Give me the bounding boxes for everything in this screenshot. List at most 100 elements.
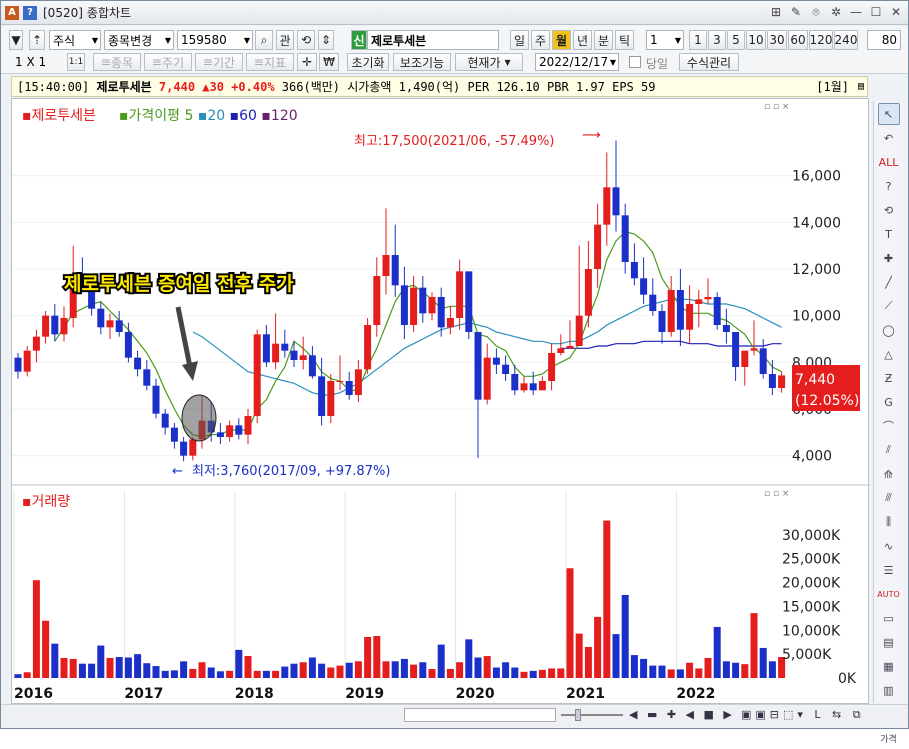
interval-button-5[interactable]: 5: [727, 30, 745, 50]
candle-body: [446, 318, 454, 328]
volume-bar: [170, 670, 178, 678]
interest-button[interactable]: 관: [276, 30, 294, 50]
window-icon[interactable]: ▭: [878, 607, 900, 629]
low-annotation: 최저:3,760(2017/09, +97.87%): [192, 464, 390, 479]
layout-label[interactable]: 1 X 1: [15, 55, 46, 69]
price-tick-label: 4,000: [792, 449, 832, 465]
export-buttons[interactable]: ▣▣⊟⬚▾ L ⇆ ⧉: [741, 708, 865, 722]
period-button-2[interactable]: 월: [552, 30, 571, 50]
maximize-icon[interactable]: ☐: [868, 4, 884, 20]
price-tick-label: 14,000: [792, 215, 841, 231]
period-button-4[interactable]: 분: [594, 30, 613, 50]
circle-icon[interactable]: ◯: [878, 319, 900, 341]
channel-icon[interactable]: ⫻: [878, 487, 900, 509]
currency-icon[interactable]: ₩: [319, 53, 339, 71]
zoom-slider[interactable]: [561, 709, 623, 721]
price-chart-svg[interactable]: 4,0006,0008,00010,00012,00014,00016,0000…: [12, 99, 870, 705]
interval-button-10[interactable]: 10: [746, 30, 766, 50]
market-select[interactable]: 주식 ▼: [49, 30, 101, 50]
settings-icon[interactable]: ✲: [828, 4, 844, 20]
memo-icon[interactable]: ✎: [788, 4, 804, 20]
question-icon[interactable]: ?: [878, 175, 900, 197]
period-button-5[interactable]: 틱: [615, 30, 634, 50]
price-mode-select[interactable]: 현재가 ▼: [455, 53, 523, 71]
grid-icon[interactable]: ▦: [878, 655, 900, 677]
close-icon[interactable]: ✕: [888, 4, 904, 20]
ratio-button[interactable]: 1:1: [67, 53, 85, 71]
change-stock-select[interactable]: 종목변경 ▼: [104, 30, 174, 50]
volume-bar: [410, 664, 418, 678]
interval-button-120[interactable]: 120: [809, 30, 833, 50]
nav-buttons[interactable]: ◀ ▬ ✚ ◀ ■ ▶: [629, 708, 735, 721]
volume-tick-label: 10,000K: [782, 623, 841, 639]
stock-code-input[interactable]: 159580 ▼: [177, 30, 253, 50]
cross-line-icon[interactable]: ✚: [878, 247, 900, 269]
triangle-icon[interactable]: △: [878, 343, 900, 365]
candle-body: [410, 287, 418, 325]
rotate-icon[interactable]: ⟲: [878, 199, 900, 221]
volume-bar: [676, 669, 684, 678]
arc-icon[interactable]: ⌒: [878, 415, 900, 437]
wave-icon[interactable]: ∿: [878, 535, 900, 557]
count-input[interactable]: 80: [867, 30, 901, 50]
volume-panel-controls[interactable]: ▫ ▫ ×: [764, 489, 789, 499]
period-button-0[interactable]: 일: [510, 30, 529, 50]
interval-button-3[interactable]: 3: [708, 30, 726, 50]
calc-icon[interactable]: ▥: [878, 679, 900, 701]
per-value: 126.10: [496, 79, 540, 94]
volume-bar: [695, 668, 703, 678]
formula-button[interactable]: 수식관리: [679, 53, 739, 71]
reset-button[interactable]: 초기화: [347, 53, 389, 71]
minimize-icon[interactable]: —: [848, 4, 864, 20]
ray-line-icon[interactable]: ⟋: [878, 295, 900, 317]
assist-button[interactable]: 보조기능: [393, 53, 451, 71]
period-button-3[interactable]: 년: [573, 30, 592, 50]
all-clear-icon[interactable]: ALL: [878, 151, 900, 173]
interval-select[interactable]: 1 ▼: [646, 30, 684, 50]
main-toolbar: ▼ ⇡ 주식 ▼ 종목변경 ▼ 159580 ▼ ⌕ 관 ⟲ ⇕ 신 제로투세븐 일주…: [1, 26, 908, 53]
panel-toggle-icon[interactable]: ▤: [858, 81, 864, 92]
parallel-icon[interactable]: ⫼: [878, 511, 900, 533]
candle-body: [575, 315, 583, 346]
volume-bar: [584, 646, 592, 678]
today-checkbox[interactable]: [629, 56, 641, 68]
list-icon[interactable]: ☰: [878, 559, 900, 581]
fan-icon[interactable]: ⫽: [878, 439, 900, 461]
updown-icon[interactable]: ⇕: [318, 30, 334, 50]
expand-icon[interactable]: ▼: [9, 30, 23, 50]
period-button-1[interactable]: 주: [531, 30, 550, 50]
interval-button-1[interactable]: 1: [689, 30, 707, 50]
undo-icon[interactable]: ↶: [878, 127, 900, 149]
screenshot-icon[interactable]: ⌾: [808, 4, 824, 20]
pin-icon[interactable]: ⇡: [29, 30, 45, 50]
candle-body: [345, 381, 353, 395]
chart-area[interactable]: 4,0006,0008,00010,00012,00014,00016,0000…: [11, 98, 870, 705]
crosshair-icon[interactable]: ✛: [297, 53, 317, 71]
text-icon[interactable]: T: [878, 223, 900, 245]
low-arrow: ←: [172, 464, 183, 479]
price-panel-controls[interactable]: ▫ ▫ ×: [764, 102, 789, 112]
refresh-icon[interactable]: ⟲: [297, 30, 315, 50]
volume-bar: [557, 668, 565, 678]
zigzag-icon[interactable]: Ƶ: [878, 367, 900, 389]
candle-body: [272, 343, 280, 363]
link-icon[interactable]: ⊞: [768, 4, 784, 20]
date-input[interactable]: 2022/12/17 ▼: [535, 53, 619, 71]
interval-button-240[interactable]: 240: [834, 30, 858, 50]
candle-body: [649, 294, 657, 311]
doc-icon[interactable]: ▤: [878, 631, 900, 653]
auto-icon[interactable]: AUTO: [877, 583, 900, 605]
gann-icon[interactable]: ⟰: [878, 463, 900, 485]
price-icon[interactable]: 가격: [878, 727, 900, 749]
fibo-icon[interactable]: G: [878, 391, 900, 413]
interval-button-60[interactable]: 60: [788, 30, 808, 50]
candle-body: [502, 364, 510, 374]
scrollbar[interactable]: [404, 708, 556, 722]
search-icon[interactable]: ⌕: [255, 30, 273, 50]
stock-name-field[interactable]: 제로투세븐: [367, 30, 499, 50]
pointer-icon[interactable]: ↖: [877, 103, 900, 125]
candles: [14, 140, 786, 462]
interval-button-30[interactable]: 30: [767, 30, 787, 50]
trend-line-icon[interactable]: ╱: [878, 271, 900, 293]
help-icon[interactable]: ?: [23, 5, 37, 20]
